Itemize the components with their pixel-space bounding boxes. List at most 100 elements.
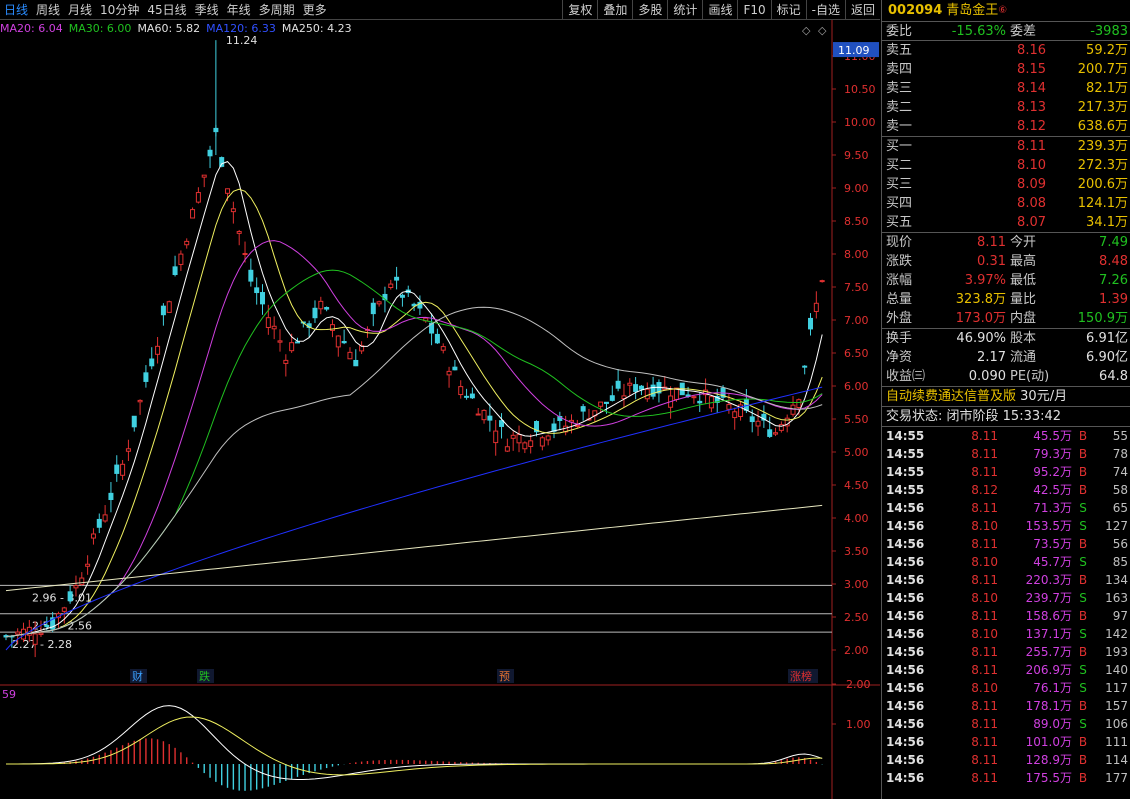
price-axis-label: 3.50 bbox=[844, 545, 869, 558]
tick-time: 14:56 bbox=[886, 699, 925, 713]
fund-label: 股本 bbox=[1010, 331, 1037, 346]
candle-body bbox=[335, 335, 341, 348]
fund-value: 46.90% bbox=[956, 331, 1006, 346]
toolbar-button-8[interactable]: 返回 bbox=[844, 0, 880, 20]
quote-value: 173.0万 bbox=[955, 311, 1006, 326]
event-marker: 跌 bbox=[199, 669, 210, 683]
candle-body bbox=[469, 393, 475, 399]
candle-body bbox=[516, 434, 522, 444]
candle-body bbox=[324, 307, 330, 310]
ask-price[interactable]: 8.16 bbox=[922, 41, 1046, 60]
bid-volume: 272.3万 bbox=[1077, 158, 1128, 173]
tick-time: 14:56 bbox=[886, 735, 925, 749]
toolbar-button-0[interactable]: 复权 bbox=[562, 0, 597, 20]
candle-body bbox=[388, 283, 394, 288]
ma-legend-item: MA250: 4.23 bbox=[281, 22, 352, 35]
candle-body bbox=[61, 607, 67, 612]
ask-price[interactable]: 8.12 bbox=[922, 117, 1046, 136]
macd-axis-label: 1.00 bbox=[846, 718, 871, 731]
candle-body bbox=[691, 396, 697, 399]
ask-price[interactable]: 8.15 bbox=[922, 60, 1046, 79]
bid-price[interactable]: 8.09 bbox=[922, 175, 1046, 194]
tick-side: B bbox=[1078, 609, 1088, 623]
ask-volume: 217.3万 bbox=[1077, 100, 1128, 115]
candle-body bbox=[452, 366, 458, 371]
quote-value: 8.11 bbox=[977, 235, 1006, 250]
period-tabs: 日线 周线 月线 10分钟 45日线 季线 年线 多周期 更多 bbox=[0, 0, 331, 20]
ask-price[interactable]: 8.13 bbox=[922, 98, 1046, 117]
ask-price[interactable]: 8.14 bbox=[922, 79, 1046, 98]
candle-body bbox=[341, 340, 347, 344]
kline-chart[interactable]: 11.0010.5010.009.509.008.508.007.507.006… bbox=[0, 20, 880, 799]
ask-book: 卖五 8.16 59.2万 卖四 8.15 200.7万 卖三 8.14 82.1万 卖二 8.13… bbox=[882, 41, 1130, 137]
price-axis-label: 4.50 bbox=[844, 479, 869, 492]
chart-canvas[interactable]: 11.0010.5010.009.509.008.508.007.507.006… bbox=[0, 20, 880, 799]
tab-period-4[interactable]: 45日线 bbox=[143, 0, 190, 20]
toolbar-button-4[interactable]: 画线 bbox=[702, 0, 737, 20]
tick-time: 14:56 bbox=[886, 591, 925, 605]
tick-row: 14:55 8.11 95.2万 B 74 bbox=[882, 463, 1130, 481]
tick-time: 14:56 bbox=[886, 627, 925, 641]
tab-period-5[interactable]: 季线 bbox=[191, 0, 223, 20]
promo-banner[interactable]: 自动续费通达信普及版 30元/月 bbox=[882, 387, 1130, 407]
tick-count: 97 bbox=[1112, 609, 1128, 623]
candle-body bbox=[545, 435, 551, 441]
tab-period-6[interactable]: 年线 bbox=[223, 0, 255, 20]
ask-volume: 638.6万 bbox=[1077, 119, 1128, 134]
toolbar-button-2[interactable]: 多股 bbox=[632, 0, 667, 20]
toolbar-button-6[interactable]: 标记 bbox=[770, 0, 806, 20]
bid-price[interactable]: 8.07 bbox=[922, 213, 1046, 232]
tick-row: 14:55 8.12 42.5万 B 58 bbox=[882, 481, 1130, 499]
bid-label: 买四 bbox=[886, 196, 913, 211]
tick-list[interactable]: 14:55 8.11 45.5万 B 55 14:55 8.11 79.3万 B 78 14:55 8… bbox=[882, 427, 1130, 787]
candle-body bbox=[644, 388, 650, 400]
tab-period-2[interactable]: 月线 bbox=[64, 0, 96, 20]
toolbar-button-3[interactable]: 统计 bbox=[667, 0, 702, 20]
tab-period-1[interactable]: 周线 bbox=[32, 0, 64, 20]
bid-price[interactable]: 8.10 bbox=[922, 156, 1046, 175]
tick-row: 14:56 8.10 76.1万 S 117 bbox=[882, 679, 1130, 697]
tick-price: 8.11 bbox=[971, 537, 998, 551]
candle-body bbox=[440, 346, 446, 351]
tick-volume: 255.7万 bbox=[1025, 645, 1072, 659]
candle-body bbox=[603, 401, 609, 404]
quote-label: 外盘 bbox=[886, 311, 913, 326]
candle-body bbox=[172, 266, 178, 276]
bid-row: 买三 8.09 200.6万 bbox=[882, 175, 1130, 194]
event-marker: 财 bbox=[132, 669, 143, 683]
tick-price: 8.12 bbox=[971, 483, 998, 497]
quote-value: 1.39 bbox=[1099, 292, 1128, 307]
toolbar-button-7[interactable]: -自选 bbox=[805, 0, 845, 20]
quote-value: 8.48 bbox=[1099, 254, 1128, 269]
candle-body bbox=[802, 365, 808, 368]
bid-price[interactable]: 8.08 bbox=[922, 194, 1046, 213]
quote-row: 外盘 173.0万 内盘 150.9万 bbox=[882, 309, 1130, 328]
bid-row: 买一 8.11 239.3万 bbox=[882, 137, 1130, 156]
tick-row: 14:56 8.11 89.0万 S 106 bbox=[882, 715, 1130, 733]
candle-body bbox=[125, 448, 131, 452]
toolbar-button-5[interactable]: F10 bbox=[737, 0, 770, 20]
tab-period-3[interactable]: 10分钟 bbox=[96, 0, 143, 20]
tick-volume: 95.2万 bbox=[1033, 465, 1072, 479]
bid-price[interactable]: 8.11 bbox=[922, 137, 1046, 156]
ma-legend: MA20: 6.04 MA30: 6.00 MA60: 5.82 MA120: 6.3… bbox=[0, 21, 352, 37]
price-axis-label: 8.00 bbox=[844, 248, 869, 261]
tab-period-7[interactable]: 多周期 bbox=[255, 0, 299, 20]
tab-period-0[interactable]: 日线 bbox=[0, 0, 32, 20]
toolbar-button-1[interactable]: 叠加 bbox=[597, 0, 632, 20]
tick-time: 14:56 bbox=[886, 537, 925, 551]
tick-volume: 101.0万 bbox=[1025, 735, 1072, 749]
tick-row: 14:56 8.10 239.7万 S 163 bbox=[882, 589, 1130, 607]
macd-label: 59 bbox=[2, 688, 16, 701]
ask-row: 卖三 8.14 82.1万 bbox=[882, 79, 1130, 98]
tick-row: 14:56 8.11 220.3万 B 134 bbox=[882, 571, 1130, 589]
tab-period-8[interactable]: 更多 bbox=[299, 0, 331, 20]
candle-body bbox=[510, 434, 516, 439]
tick-time: 14:56 bbox=[886, 609, 925, 623]
ask-label: 卖一 bbox=[886, 119, 913, 134]
event-marker: 涨榜 bbox=[790, 669, 812, 683]
quote-row: 涨幅 3.97% 最低 7.26 bbox=[882, 271, 1130, 290]
tick-time: 14:55 bbox=[886, 483, 925, 497]
fund-label: 收益㈢ bbox=[886, 369, 926, 384]
bid-label: 买一 bbox=[886, 139, 913, 154]
